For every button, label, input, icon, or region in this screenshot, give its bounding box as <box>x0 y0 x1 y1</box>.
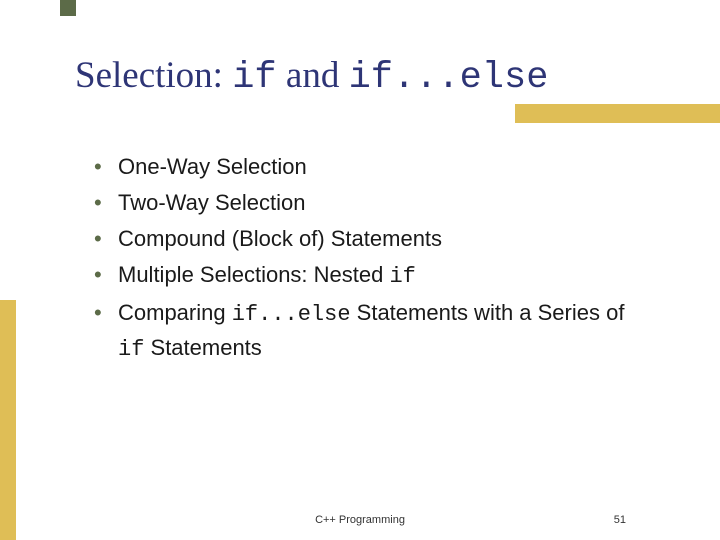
title-code-ifelse: if...else <box>349 57 549 99</box>
plain-text: Multiple Selections: Nested <box>118 262 389 287</box>
plain-text: Compound (Block of) Statements <box>118 226 442 251</box>
list-item: Two-Way Selection <box>90 186 650 219</box>
title-code-if: if <box>232 57 276 99</box>
plain-text: Two-Way Selection <box>118 190 305 215</box>
accent-left-bar <box>0 300 16 540</box>
bullet-list: One-Way Selection Two-Way Selection Compou… <box>90 150 650 366</box>
list-item: Multiple Selections: Nested if <box>90 258 650 293</box>
plain-text: One-Way Selection <box>118 154 307 179</box>
list-item: Compound (Block of) Statements <box>90 222 650 255</box>
slide-title: Selection: if and if...else <box>75 54 660 99</box>
plain-text: Statements with a Series of <box>351 300 625 325</box>
plain-text: Statements <box>144 335 261 360</box>
accent-right-bar <box>515 104 720 123</box>
list-item: One-Way Selection <box>90 150 650 183</box>
page-number: 51 <box>614 514 626 526</box>
title-text-prefix: Selection: <box>75 55 232 96</box>
title-text-mid: and <box>277 55 349 96</box>
plain-text: Comparing <box>118 300 232 325</box>
code-text: if <box>118 337 144 362</box>
code-text: if...else <box>232 302 351 327</box>
list-item: Comparing if...else Statements with a Se… <box>90 296 650 366</box>
content-area: One-Way Selection Two-Way Selection Compou… <box>90 150 650 369</box>
footer-text: C++ Programming <box>0 514 720 526</box>
slide: Selection: if and if...else One-Way Sele… <box>0 0 720 540</box>
accent-top-bar <box>60 0 76 16</box>
code-text: if <box>389 264 415 289</box>
